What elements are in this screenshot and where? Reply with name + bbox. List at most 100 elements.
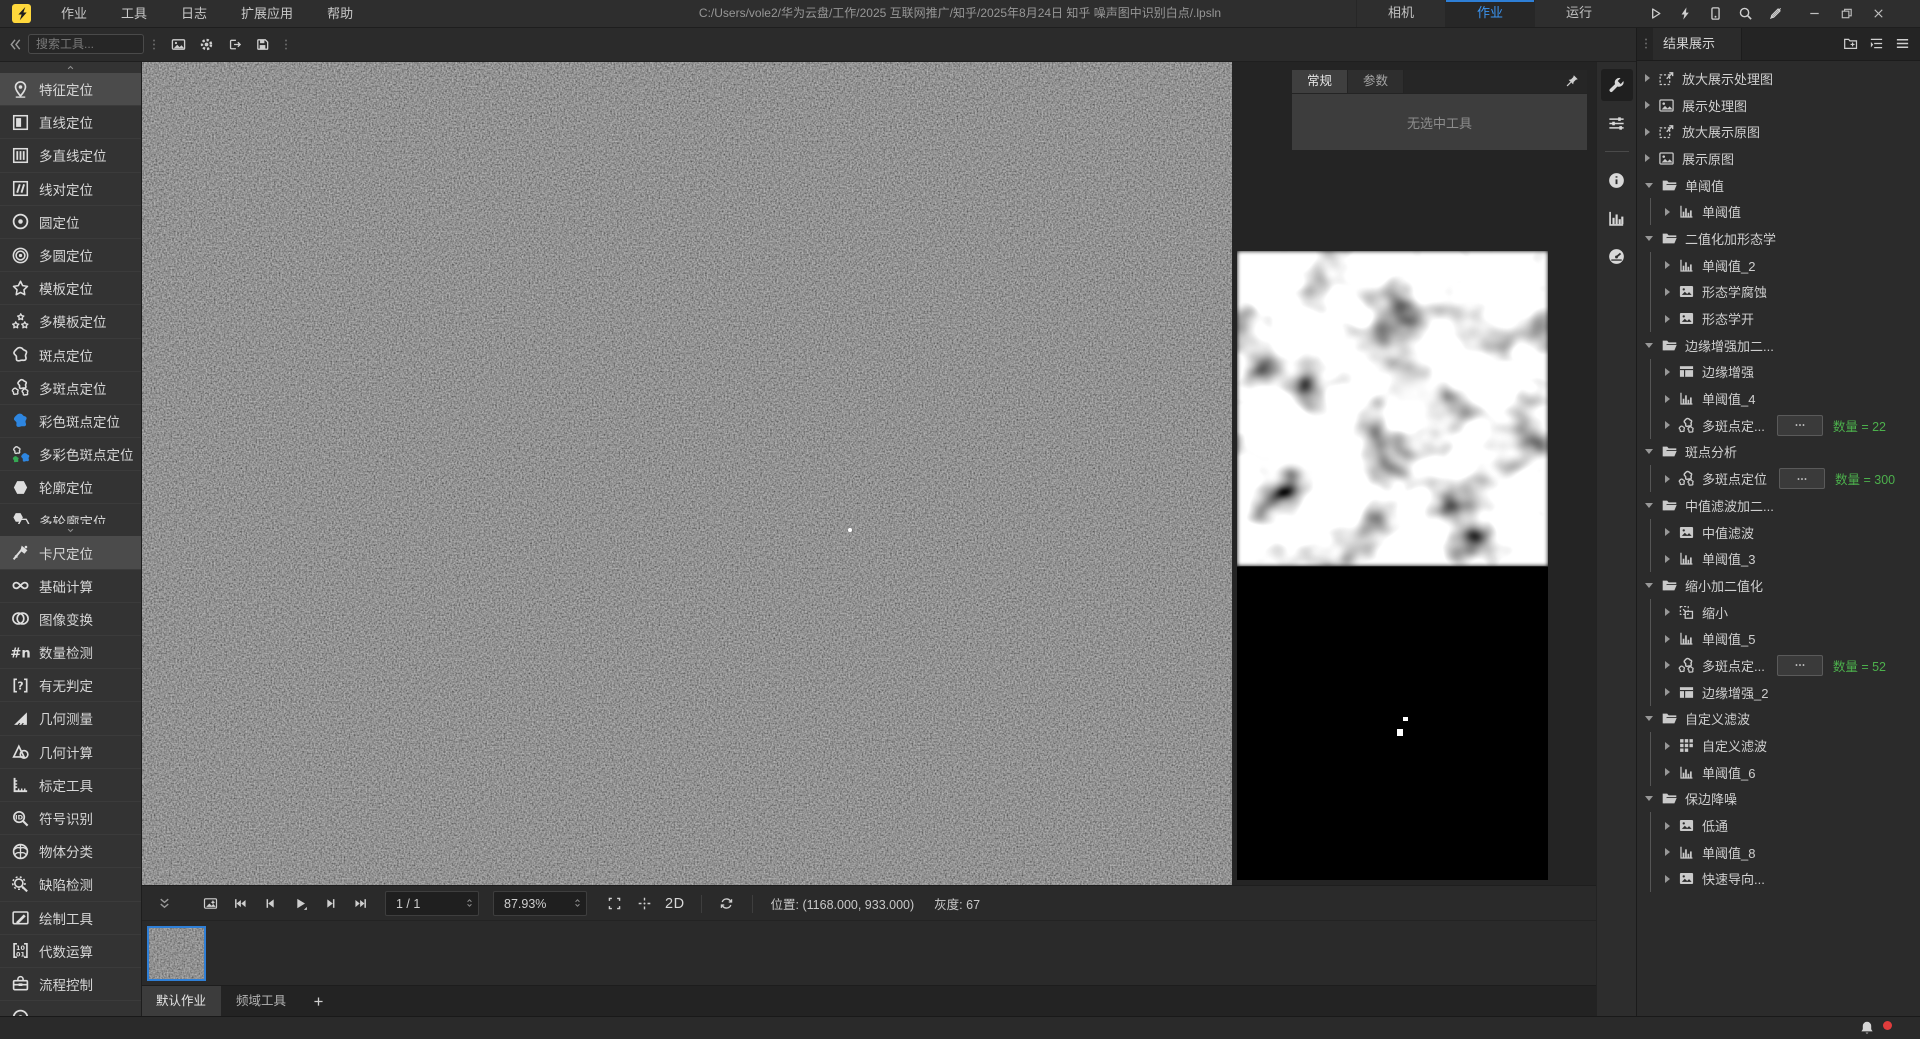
inspector-tab[interactable]: 常规 [1292, 70, 1348, 93]
tree-row[interactable]: 斑点分析 [1637, 439, 1920, 466]
spinner-arrows-icon[interactable] [572, 895, 583, 911]
tree-row[interactable]: 形态学腐蚀 [1637, 279, 1920, 306]
tool-item[interactable]: 多彩色斑点定位 [0, 438, 141, 471]
tool-item[interactable]: 多斑点定位 [0, 372, 141, 405]
collapse-arrow-icon[interactable] [1645, 343, 1653, 348]
image-display-button[interactable] [164, 31, 192, 57]
save-button[interactable] [248, 31, 276, 57]
info-icon[interactable] [1601, 164, 1633, 196]
collapse-arrow-icon[interactable] [1645, 503, 1653, 508]
tool-item[interactable]: 多直线定位 [0, 139, 141, 172]
tree-row[interactable]: 单阈值_8 [1637, 839, 1920, 866]
tool-item[interactable]: 基础计算 [0, 570, 141, 603]
tree-row[interactable]: 保边降噪 [1637, 786, 1920, 813]
tool-item[interactable]: 多模板定位 [0, 305, 141, 338]
collapse-arrow-icon[interactable] [1645, 583, 1653, 588]
chart-icon[interactable] [1601, 202, 1633, 234]
run-button[interactable] [1640, 0, 1670, 27]
tree-row[interactable]: 展示原图 [1637, 145, 1920, 172]
last-frame-button[interactable] [345, 890, 375, 918]
tree-row[interactable]: 边缘增强 [1637, 359, 1920, 386]
mode-tab[interactable]: 运行 [1534, 0, 1623, 27]
tree-row[interactable]: 展示处理图 [1637, 92, 1920, 119]
tool-item[interactable]: 多圆定位 [0, 239, 141, 272]
tree-row[interactable]: 低通 [1637, 812, 1920, 839]
more-options-button[interactable] [1779, 468, 1825, 489]
expand-arrow-icon[interactable] [1665, 315, 1670, 323]
expand-arrow-icon[interactable] [1665, 608, 1670, 616]
tree-row[interactable]: 单阈值_4 [1637, 385, 1920, 412]
tree-row[interactable]: 单阈值_2 [1637, 252, 1920, 279]
tool-item[interactable]: 标定工具 [0, 769, 141, 802]
fit-view-icon[interactable] [599, 890, 629, 918]
tree-row[interactable]: 单阈值 [1637, 172, 1920, 199]
export-button[interactable] [220, 31, 248, 57]
tree-row[interactable]: 快速导向... [1637, 866, 1920, 893]
add-job-tab-button[interactable] [301, 986, 335, 1017]
tool-item[interactable]: 特征定位 [0, 73, 141, 106]
wrench-icon[interactable] [1601, 69, 1633, 101]
expand-arrow-icon[interactable] [1665, 661, 1670, 669]
more-options-button[interactable] [1777, 655, 1823, 676]
expand-arrow-icon[interactable] [1665, 635, 1670, 643]
collapse-sidebar-icon[interactable] [6, 37, 24, 52]
main-image-canvas[interactable] [141, 61, 1232, 885]
expand-arrow-icon[interactable] [1665, 395, 1670, 403]
menu-item[interactable]: 作业 [44, 0, 104, 27]
collapse-arrow-icon[interactable] [1645, 716, 1653, 721]
menu-item[interactable]: 帮助 [310, 0, 370, 27]
expand-arrow-icon[interactable] [1665, 688, 1670, 696]
add-folder-button[interactable] [1837, 31, 1863, 57]
tree-row[interactable]: 缩小 [1637, 599, 1920, 626]
close-button[interactable] [1862, 0, 1894, 27]
tree-row[interactable]: 多斑点定...数量 = 22 [1637, 412, 1920, 439]
menu-item[interactable]: 日志 [164, 0, 224, 27]
expand-arrow-icon[interactable] [1665, 768, 1670, 776]
collapse-arrow-icon[interactable] [1645, 796, 1653, 801]
menu-item[interactable]: 扩展应用 [224, 0, 310, 27]
gauge-icon[interactable] [1601, 240, 1633, 272]
tree-row[interactable]: 中值滤波 [1637, 519, 1920, 546]
tool-item[interactable] [0, 1001, 141, 1016]
view-mode-button[interactable]: 2D [665, 896, 685, 912]
flash-run-button[interactable] [1670, 0, 1700, 27]
play-button[interactable] [285, 890, 315, 918]
inspector-tab[interactable]: 参数 [1348, 70, 1404, 93]
sidebar-scroll-down-icon[interactable] [0, 524, 141, 536]
mode-tab[interactable]: 作业 [1445, 0, 1534, 27]
tree-row[interactable]: 单阈值_5 [1637, 625, 1920, 652]
toolbar-grip-icon[interactable] [279, 37, 293, 52]
tool-item[interactable]: 缺陷检测 [0, 868, 141, 901]
expand-arrow-icon[interactable] [1665, 368, 1670, 376]
collapse-all-button[interactable] [1863, 31, 1889, 57]
settings-gear-button[interactable] [192, 31, 220, 57]
collapse-arrow-icon[interactable] [1645, 236, 1653, 241]
expand-arrow-icon[interactable] [1645, 74, 1650, 82]
expand-arrow-icon[interactable] [1665, 848, 1670, 856]
tool-item[interactable]: #n数量检测 [0, 636, 141, 669]
minimize-button[interactable] [1798, 0, 1830, 27]
collapse-arrow-icon[interactable] [1645, 183, 1653, 188]
expand-arrow-icon[interactable] [1665, 822, 1670, 830]
tool-item[interactable]: 圆定位 [0, 206, 141, 239]
image-add-button[interactable] [195, 890, 225, 918]
job-tab[interactable]: 默认作业 [141, 986, 221, 1017]
panel-grip-icon[interactable] [1639, 36, 1653, 51]
expand-arrow-icon[interactable] [1665, 208, 1670, 216]
tool-item[interactable]: 卡尺定位 [0, 536, 141, 569]
tree-row[interactable]: 边缘增强加二... [1637, 332, 1920, 359]
expand-arrow-icon[interactable] [1665, 742, 1670, 750]
center-view-icon[interactable] [629, 890, 659, 918]
expand-arrow-icon[interactable] [1645, 101, 1650, 109]
tool-item[interactable]: ID符号识别 [0, 802, 141, 835]
tool-item[interactable]: 1001代数运算 [0, 935, 141, 968]
loop-icon[interactable] [712, 890, 742, 918]
tool-item[interactable]: 绘制工具 [0, 902, 141, 935]
tree-row[interactable]: 放大展示处理图 [1637, 65, 1920, 92]
expand-arrow-icon[interactable] [1665, 421, 1670, 429]
pin-panel-icon[interactable] [1564, 73, 1581, 88]
sidebar-scroll-up-icon[interactable] [0, 61, 141, 73]
tool-item[interactable]: 模板定位 [0, 272, 141, 305]
tool-item[interactable]: 轮廓定位 [0, 471, 141, 504]
tree-row[interactable]: 多斑点定位数量 = 300 [1637, 465, 1920, 492]
